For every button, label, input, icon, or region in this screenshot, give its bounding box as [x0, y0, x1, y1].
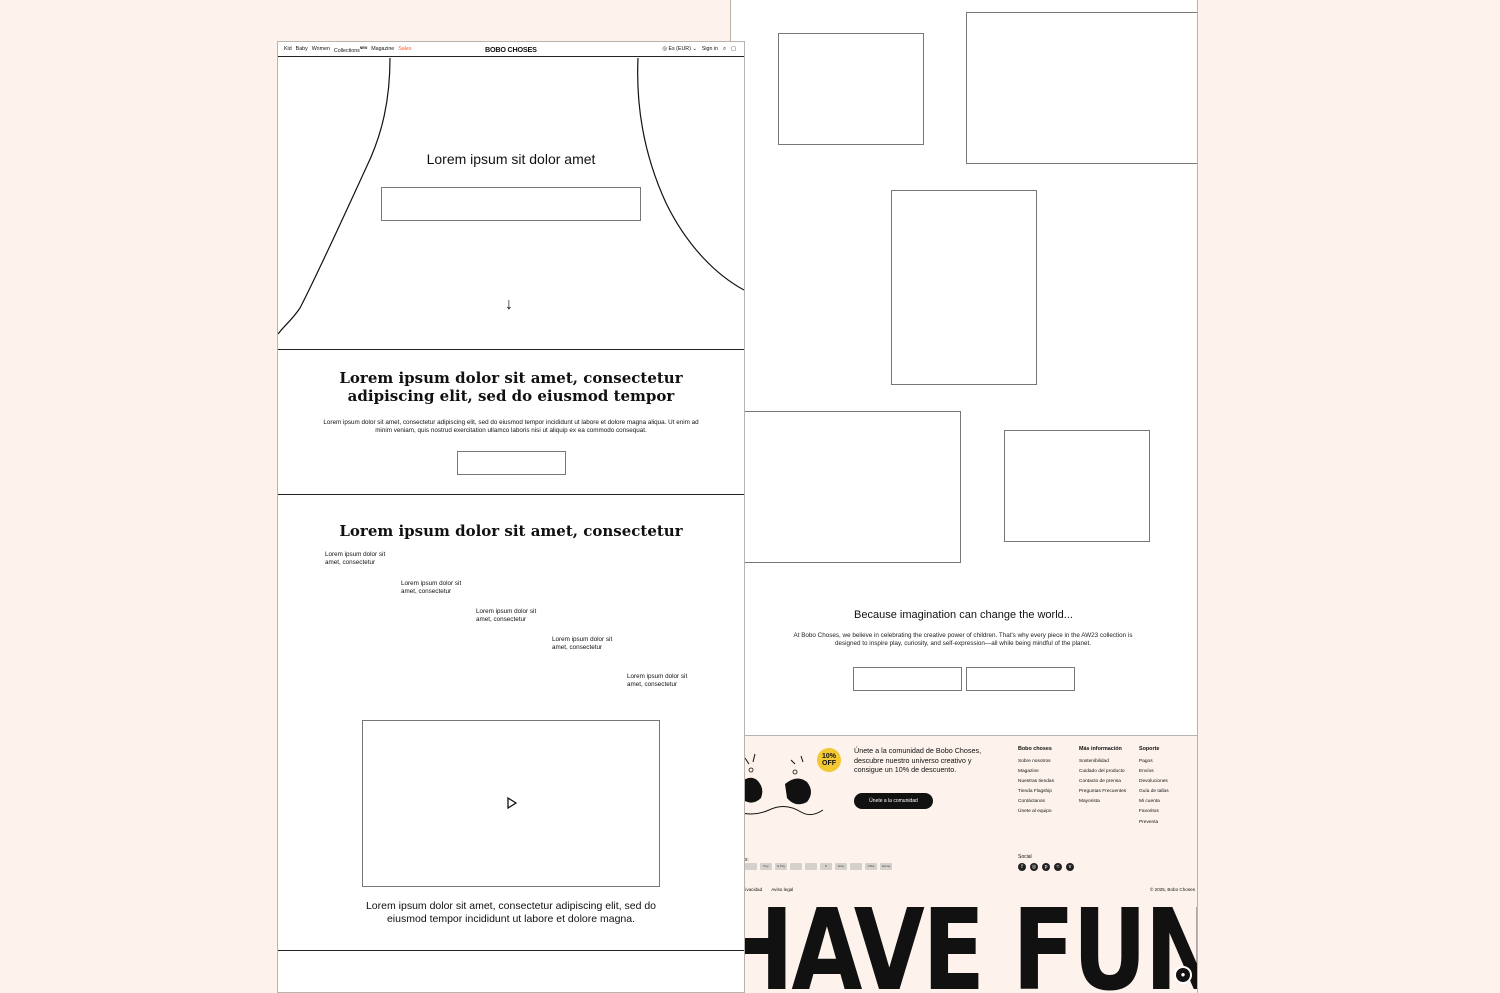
footer-link[interactable]: Preguntas Frecuentes	[1079, 789, 1126, 794]
footer-column-heading: Más información	[1079, 746, 1122, 752]
intro-section: Lorem ipsum dolor sit amet, consectetur …	[278, 351, 744, 495]
footer-link[interactable]: Únete al equipo	[1018, 809, 1054, 814]
imagination-button-2[interactable]	[966, 667, 1075, 691]
facebook-icon[interactable]: f	[1018, 863, 1026, 871]
feature-step-5: Lorem ipsum dolor sit amet, consectetur	[627, 673, 688, 688]
social-links: f ◎ p ≈ v	[1018, 863, 1074, 871]
social-label: Social	[1018, 854, 1032, 860]
nav-link-collections[interactable]: CollectionsNEW	[334, 46, 367, 54]
top-navigation: Kid Baby Women CollectionsNEW Magazine S…	[278, 42, 744, 57]
spotify-icon[interactable]: ≈	[1054, 863, 1062, 871]
hero-section: Lorem ipsum sit dolor amet ↓	[278, 58, 744, 350]
footer-link[interactable]: Contáctanos	[1018, 799, 1054, 804]
footer-link[interactable]: Devoluciones	[1139, 779, 1169, 784]
feature-step-2: Lorem ipsum dolor sit amet, consectetur	[401, 580, 462, 595]
footer-link[interactable]: Sostenibilidad	[1079, 759, 1126, 764]
discount-badge-line2: OFF	[822, 760, 836, 767]
intro-text: Lorem ipsum dolor sit amet, consectetur …	[323, 419, 699, 434]
payment-icon: VISA	[865, 863, 877, 870]
chat-icon[interactable]: ●	[1174, 966, 1192, 984]
imagination-title: Because imagination can change the world…	[854, 609, 1073, 621]
payment-icon: P	[820, 863, 832, 870]
imagination-button-1[interactable]	[853, 667, 962, 691]
footer-column-info: Más información Sostenibilidad Cuidado d…	[1079, 746, 1126, 809]
features-title: Lorem ipsum dolor sit amet, consectetur	[339, 522, 683, 540]
have-fun-banner: HAVE FUN	[730, 886, 1198, 993]
nav-link-magazine[interactable]: Magazine	[371, 46, 394, 54]
footer-link[interactable]: Cuidado del producto	[1079, 769, 1126, 774]
footer-link[interactable]: Magazine	[1018, 769, 1054, 774]
payment-icon: klarna	[880, 863, 892, 870]
feature-step-3: Lorem ipsum dolor sit amet, consectetur	[476, 608, 537, 623]
discount-badge-line1: 10%	[821, 753, 836, 760]
play-icon[interactable]	[507, 797, 517, 809]
payment-icon	[805, 863, 817, 870]
payment-icon	[790, 863, 802, 870]
brand-logo[interactable]: BOBO CHOSES	[485, 45, 537, 54]
search-icon[interactable]: ⌕	[723, 46, 726, 53]
hero-title: Lorem ipsum sit dolor amet	[426, 151, 596, 167]
wireframe-page-top: Kid Baby Women CollectionsNEW Magazine S…	[277, 41, 745, 993]
intro-button[interactable]	[457, 451, 566, 475]
currency-selector[interactable]: ◎ Es (EUR) ⌄	[662, 46, 696, 53]
image-placeholder-4	[731, 411, 961, 563]
footer-link[interactable]: Guía de tallas	[1139, 789, 1169, 794]
nav-link-baby[interactable]: Baby	[296, 46, 308, 54]
payment-icon: G Pay	[775, 863, 787, 870]
sign-in-link[interactable]: Sign in	[702, 46, 718, 53]
footer-column-heading: Soporte	[1139, 746, 1160, 752]
footer-link[interactable]: Pagos	[1139, 759, 1169, 764]
footer-link[interactable]: Tienda Flagship	[1018, 789, 1054, 794]
nav-links: Kid Baby Women CollectionsNEW Magazine S…	[284, 46, 411, 54]
vimeo-icon[interactable]: v	[1066, 863, 1074, 871]
currency-label: Es (EUR)	[668, 46, 691, 52]
intro-title: Lorem ipsum dolor sit amet, consectetur …	[339, 369, 683, 405]
nav-link-kid[interactable]: Kid	[284, 46, 292, 54]
nav-actions: ◎ Es (EUR) ⌄ Sign in ⌕ ▢	[662, 46, 736, 53]
image-placeholder-5	[1004, 430, 1150, 542]
footer-link[interactable]: Mayorista	[1079, 799, 1126, 804]
doodle-illustration	[732, 753, 824, 816]
footer-column-heading: Bobo choses	[1018, 746, 1052, 752]
footer-column-support: Soporte Pagos Envíos Devoluciones Guía d…	[1139, 746, 1169, 830]
payment-icon	[850, 863, 862, 870]
bag-icon[interactable]: ▢	[731, 46, 736, 53]
instagram-icon[interactable]: ◎	[1030, 863, 1038, 871]
scroll-down-icon[interactable]: ↓	[505, 296, 513, 314]
features-section: Lorem ipsum dolor sit amet, consectetur …	[278, 496, 744, 951]
new-badge: NEW	[359, 46, 368, 50]
payment-icon: shop	[835, 863, 847, 870]
wireframe-page-bottom: Because imagination can change the world…	[730, 0, 1198, 993]
video-placeholder[interactable]	[362, 720, 660, 887]
imagination-text: At Bobo Choses, we believe in celebratin…	[793, 632, 1133, 647]
footer-column-bobo: Bobo choses Sobre nosotros Magazine Nues…	[1018, 746, 1054, 820]
globe-icon: ◎	[662, 46, 668, 52]
pinterest-icon[interactable]: p	[1042, 863, 1050, 871]
hero-input-placeholder[interactable]	[381, 187, 641, 221]
nav-link-collections-label: Collections	[333, 47, 360, 54]
payment-methods: Pay G Pay P shop VISA klarna	[745, 863, 892, 870]
footer-link[interactable]: Preventa	[1139, 820, 1169, 825]
feature-step-1: Lorem ipsum dolor sit amet, consectetur	[325, 551, 386, 566]
nav-link-women[interactable]: Women	[312, 46, 330, 54]
join-community-button[interactable]: Únete a la comunidad	[854, 793, 933, 809]
community-text: Únete a la comunidad de Bobo Choses, des…	[854, 746, 982, 774]
video-caption: Lorem ipsum dolor sit amet, consectetur …	[365, 900, 657, 925]
image-placeholder-3	[891, 190, 1037, 385]
feature-step-4: Lorem ipsum dolor sit amet, consectetur	[552, 636, 613, 651]
discount-badge: 10% OFF	[817, 748, 841, 772]
chevron-down-icon: ⌄	[692, 46, 697, 52]
footer-link[interactable]: Mi cuenta	[1139, 799, 1169, 804]
footer-link[interactable]: Favoritos	[1139, 809, 1169, 814]
footer: 10% OFF Únete a la comunidad de Bobo Cho…	[730, 735, 1198, 993]
footer-link[interactable]: Nuestras tiendas	[1018, 779, 1054, 784]
payment-icon: Pay	[760, 863, 772, 870]
image-placeholder-1	[778, 33, 924, 145]
footer-link[interactable]: Sobre nosotros	[1018, 759, 1054, 764]
footer-link[interactable]: Contacto de prensa	[1079, 779, 1126, 784]
nav-link-sales[interactable]: Sales	[398, 46, 411, 54]
image-placeholder-2	[966, 12, 1197, 164]
footer-link[interactable]: Envíos	[1139, 769, 1169, 774]
payment-icon	[745, 863, 757, 870]
